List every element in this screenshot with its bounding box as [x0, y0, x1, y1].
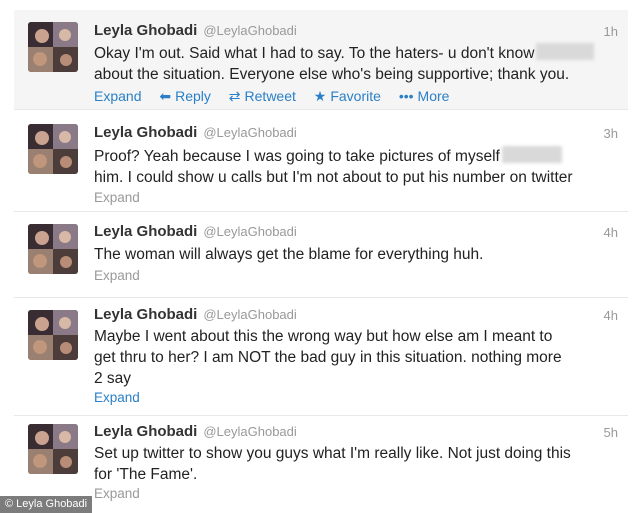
expand-link[interactable]: Expand: [94, 190, 140, 205]
avatar[interactable]: [28, 22, 78, 72]
tweet-timestamp[interactable]: 4h: [604, 225, 618, 240]
tweet-text-line: Set up twitter to show you guys what I'm…: [94, 445, 571, 462]
retweet-icon: ⇄: [228, 88, 241, 104]
tweet-text-line: about the situation. Everyone else who's…: [94, 66, 570, 83]
author-handle[interactable]: @LeylaGhobadi: [203, 224, 296, 239]
expand-link[interactable]: Expand: [94, 268, 140, 283]
tweet-text-line: Maybe I went about this the wrong way bu…: [94, 328, 553, 345]
avatar[interactable]: [28, 124, 78, 174]
avatar[interactable]: [28, 224, 78, 274]
tweet-text-line: 2 say: [94, 370, 132, 387]
author-name[interactable]: Leyla Ghobadi @LeylaGhobadi: [94, 306, 297, 323]
photo-credit: © Leyla Ghobadi: [0, 496, 93, 513]
tweet-text: Proof? Yeah because I was going to take …: [94, 146, 616, 188]
author-handle[interactable]: @LeylaGhobadi: [203, 125, 296, 140]
retweet-button[interactable]: ⇄ Retweet: [229, 88, 296, 104]
avatar[interactable]: [28, 310, 78, 360]
tweet-timestamp[interactable]: 1h: [604, 24, 618, 39]
reply-icon: ⬅: [159, 88, 172, 104]
author-name[interactable]: Leyla Ghobadi @LeylaGhobadi: [94, 124, 297, 141]
author-name[interactable]: Leyla Ghobadi @LeylaGhobadi: [94, 223, 297, 240]
author-handle[interactable]: @LeylaGhobadi: [203, 307, 296, 322]
tweet-text-line: get thru to her? I am NOT the bad guy in…: [94, 349, 562, 366]
tweet-text: Set up twitter to show you guys what I'm…: [94, 443, 616, 485]
more-button[interactable]: ••• More: [399, 88, 450, 104]
tweet-timestamp[interactable]: 4h: [604, 308, 618, 323]
favorite-button[interactable]: ★ Favorite: [314, 88, 381, 104]
star-icon: ★: [313, 88, 327, 104]
tweet-item[interactable]: Leyla Ghobadi @LeylaGhobadi 5h Set up twi…: [14, 416, 628, 513]
avatar[interactable]: [28, 424, 78, 474]
tweet-text: The woman will always get the blame for …: [94, 244, 616, 265]
tweet-text: Okay I'm out. Said what I had to say. To…: [94, 43, 616, 85]
tweet-actions: Expand ⬅ Reply ⇄ Retweet ★ Favorite ••• More: [94, 88, 463, 105]
tweet-text-line: for 'The Fame'.: [94, 466, 198, 483]
reply-button[interactable]: ⬅ Reply: [159, 88, 211, 104]
ellipsis-icon: •••: [398, 88, 414, 104]
tweet-item[interactable]: Leyla Ghobadi @LeylaGhobadi 1h Okay I'm o…: [14, 10, 628, 110]
expand-link[interactable]: Expand: [94, 390, 140, 405]
tweet-item[interactable]: Leyla Ghobadi @LeylaGhobadi 4h The woman …: [14, 212, 628, 298]
tweet-text-line: Okay I'm out. Said what I had to say. To…: [94, 45, 535, 62]
tweet-item[interactable]: Leyla Ghobadi @LeylaGhobadi 3h Proof? Yea…: [14, 114, 628, 212]
tweet-timestamp[interactable]: 5h: [604, 425, 618, 440]
redaction-blur: [536, 43, 595, 60]
expand-link[interactable]: Expand: [94, 88, 141, 104]
tweet-text-line: The woman will always get the blame for …: [94, 246, 484, 263]
author-handle[interactable]: @LeylaGhobadi: [203, 424, 296, 439]
expand-link[interactable]: Expand: [94, 486, 140, 501]
tweet-timeline: Leyla Ghobadi @LeylaGhobadi 1h Okay I'm o…: [0, 0, 634, 513]
tweet-timestamp[interactable]: 3h: [604, 126, 618, 141]
tweet-item[interactable]: Leyla Ghobadi @LeylaGhobadi 4h Maybe I we…: [14, 298, 628, 416]
author-name[interactable]: Leyla Ghobadi @LeylaGhobadi: [94, 423, 297, 440]
author-name[interactable]: Leyla Ghobadi @LeylaGhobadi: [94, 22, 297, 39]
tweet-text: Maybe I went about this the wrong way bu…: [94, 326, 616, 389]
tweet-text-line: him. I could show u calls but I'm not ab…: [94, 169, 573, 186]
redaction-blur: [501, 146, 562, 163]
tweet-text-line: Proof? Yeah because I was going to take …: [94, 148, 500, 165]
author-handle[interactable]: @LeylaGhobadi: [203, 23, 296, 38]
